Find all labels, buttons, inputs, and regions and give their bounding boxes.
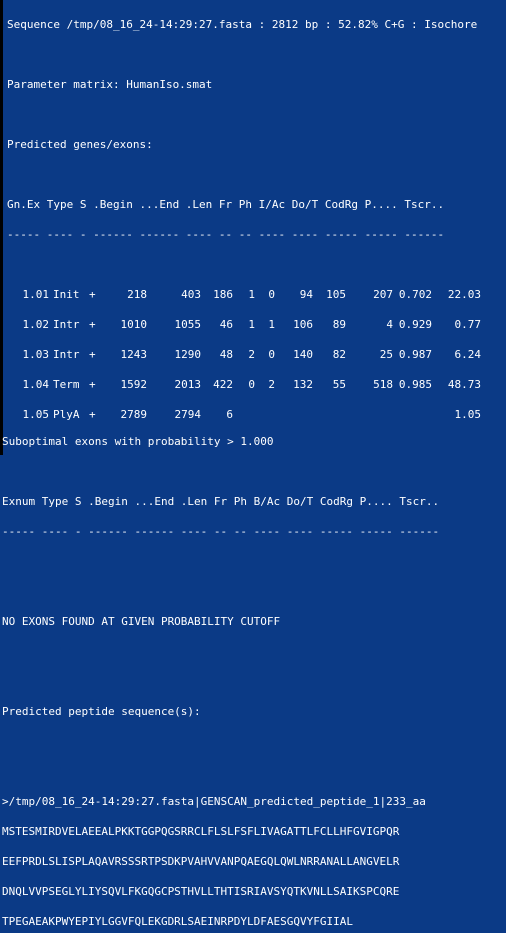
- peptide-sequence-line: MSTESMIRDVELAEEALPKKTGGPQGSRRCLFLSLFSFLI…: [2, 825, 400, 838]
- column-divider-line: ----- ---- - ------ ------ ---- -- -- --…: [7, 228, 445, 241]
- gene-prediction-table-panel: Sequence /tmp/08_16_24-14:29:27.fasta : …: [0, 0, 506, 455]
- peptide-title: Predicted peptide sequence(s):: [2, 705, 201, 718]
- peptide-fasta-header: >/tmp/08_16_24-14:29:27.fasta|GENSCAN_pr…: [2, 795, 426, 808]
- table-row: 1.05 PlyA + 2789 2794 6 1.05: [22, 408, 482, 421]
- peptide-sequence-line: EEFPRDLSLISPLAQAVRSSSRTPSDKPVAHVVANPQAEG…: [2, 855, 400, 868]
- suboptimal-title: Suboptimal exons with probability > 1.00…: [2, 435, 274, 448]
- no-exons-message: NO EXONS FOUND AT GIVEN PROBABILITY CUTO…: [2, 615, 281, 628]
- peptide-sequence-line: TPEGAEAKPWYEPIYLGGVFQLEKGDRLSAEINRPDYLDF…: [2, 915, 353, 928]
- peptide-sequence-line: DNQLVVPSEGLYLIYSQVLFKGQGCPSTHVLLTHTISRIA…: [2, 885, 400, 898]
- predicted-genes-title: Predicted genes/exons:: [7, 138, 153, 151]
- parameter-matrix-line: Parameter matrix: HumanIso.smat: [7, 78, 213, 91]
- suboptimal-divider-line: ----- ---- - ------ ------ ---- -- -- --…: [2, 525, 440, 538]
- table-row: 1.01 Init + 218 403 186 1 0 94 105 207 0…: [22, 288, 482, 301]
- table-row: 1.03 Intr + 1243 1290 48 2 0 140 82 25 0…: [22, 348, 482, 361]
- table-row: 1.04 Term + 1592 2013 422 0 2 132 55 518…: [22, 378, 482, 391]
- sequence-info-line: Sequence /tmp/08_16_24-14:29:27.fasta : …: [7, 18, 478, 31]
- suboptimal-column-header: Exnum Type S .Begin ...End .Len Fr Ph B/…: [2, 495, 440, 508]
- table-row: 1.02 Intr + 1010 1055 46 1 1 106 89 4 0.…: [22, 318, 482, 331]
- suboptimal-and-peptide-panel: Exnum Type S .Begin ...End .Len Fr Ph B/…: [0, 455, 506, 933]
- column-header-line: Gn.Ex Type S .Begin ...End .Len Fr Ph I/…: [7, 198, 445, 211]
